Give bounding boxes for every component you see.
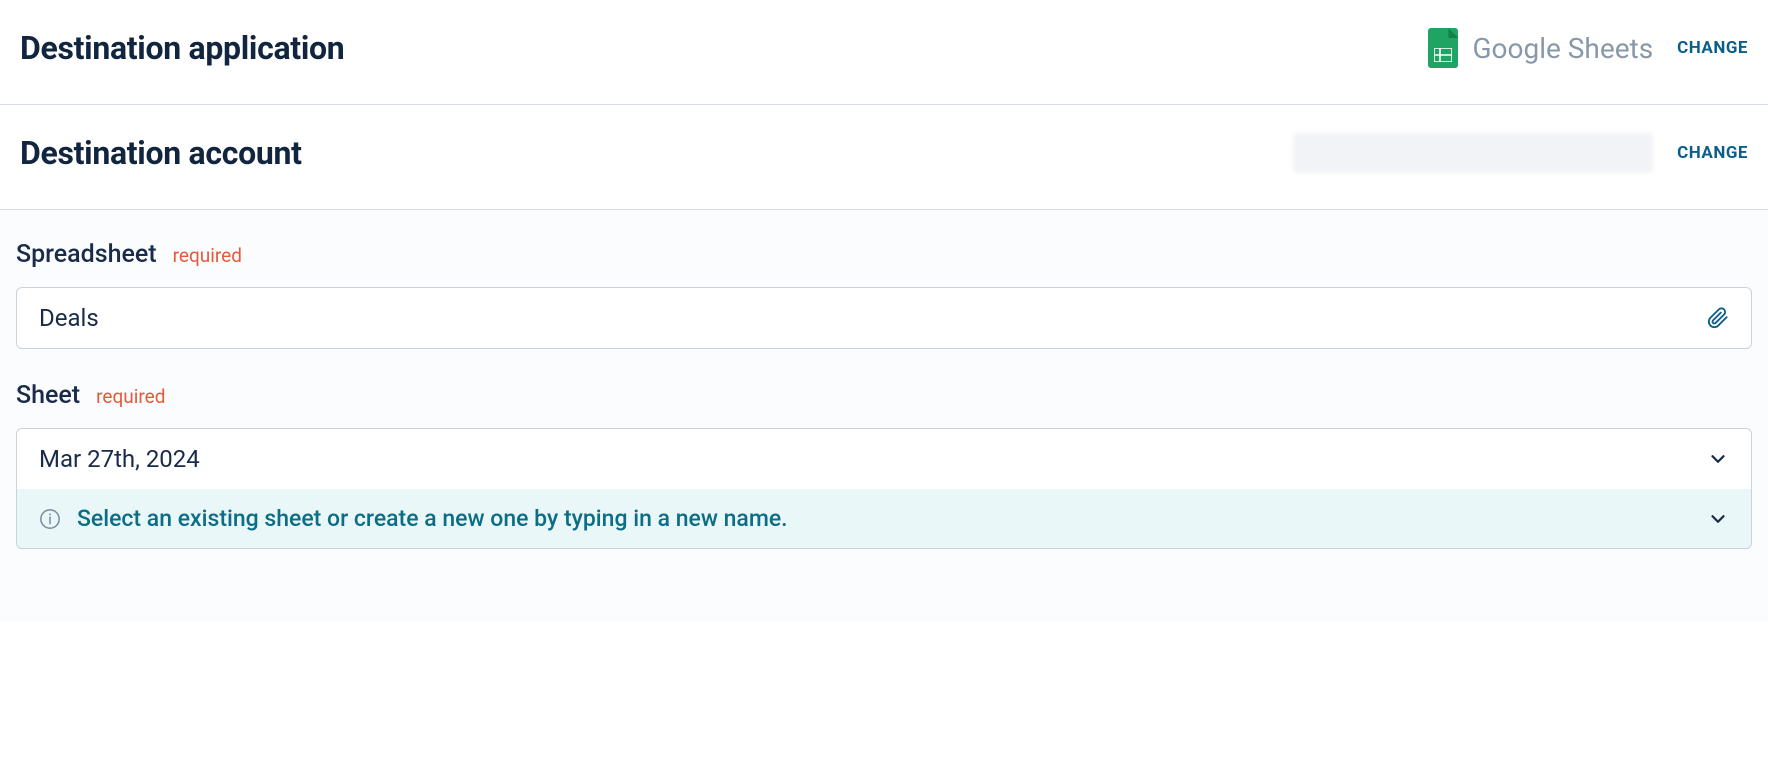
destination-account-title: Destination account bbox=[20, 134, 302, 172]
spreadsheet-label: Spreadsheet bbox=[16, 240, 157, 269]
change-destination-app-button[interactable]: CHANGE bbox=[1677, 38, 1748, 58]
sheet-field: Sheet required Mar 27th, 2024 S bbox=[16, 381, 1752, 549]
sheet-value: Mar 27th, 2024 bbox=[39, 445, 200, 473]
spreadsheet-field: Spreadsheet required Deals bbox=[16, 240, 1752, 349]
sheet-info-banner[interactable]: Select an existing sheet or create a new… bbox=[16, 489, 1752, 549]
form-area: Spreadsheet required Deals Sheet require… bbox=[0, 210, 1768, 621]
sheet-required-tag: required bbox=[96, 385, 165, 408]
chevron-down-icon bbox=[1707, 508, 1729, 530]
info-icon bbox=[39, 508, 61, 530]
destination-app-info: Google Sheets bbox=[1428, 28, 1653, 68]
sheet-info-text: Select an existing sheet or create a new… bbox=[77, 505, 788, 532]
spreadsheet-required-tag: required bbox=[173, 244, 242, 267]
chevron-down-icon bbox=[1707, 448, 1729, 470]
sheet-select[interactable]: Mar 27th, 2024 bbox=[16, 428, 1752, 490]
spreadsheet-label-row: Spreadsheet required bbox=[16, 240, 1752, 269]
destination-account-section: Destination account CHANGE bbox=[0, 105, 1768, 210]
sheet-label-row: Sheet required bbox=[16, 381, 1752, 410]
change-destination-account-button[interactable]: CHANGE bbox=[1677, 143, 1748, 163]
attachment-icon[interactable] bbox=[1707, 307, 1729, 329]
spreadsheet-input[interactable]: Deals bbox=[16, 287, 1752, 349]
spreadsheet-value: Deals bbox=[39, 304, 99, 332]
destination-application-title: Destination application bbox=[20, 29, 344, 67]
destination-application-right: Google Sheets CHANGE bbox=[1428, 28, 1748, 68]
destination-account-value-redacted bbox=[1293, 133, 1653, 173]
destination-account-right: CHANGE bbox=[1293, 133, 1748, 173]
destination-application-section: Destination application Google Sheets CH… bbox=[0, 0, 1768, 105]
sheet-label: Sheet bbox=[16, 381, 80, 410]
sheet-info-left: Select an existing sheet or create a new… bbox=[39, 505, 788, 532]
google-sheets-icon bbox=[1428, 28, 1458, 68]
destination-app-name: Google Sheets bbox=[1472, 32, 1653, 65]
